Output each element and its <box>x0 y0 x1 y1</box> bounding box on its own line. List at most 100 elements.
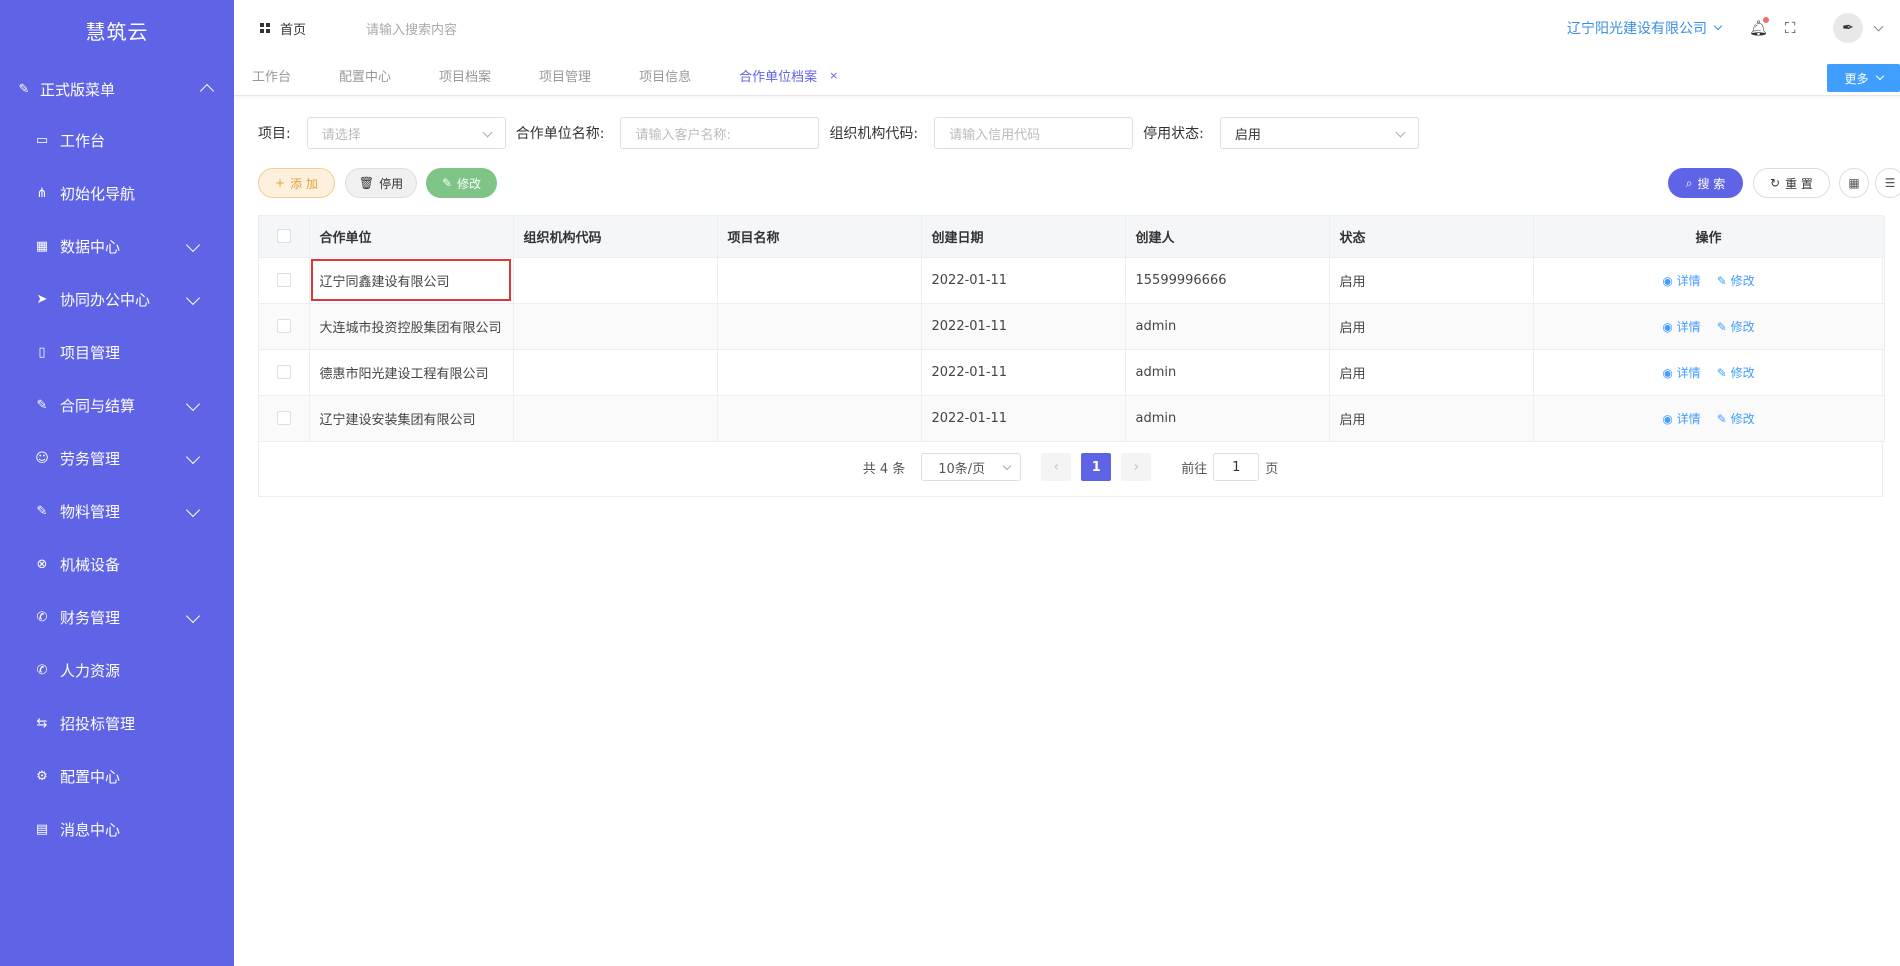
sidebar-item-material[interactable]: ✎ 物料管理 <box>0 485 234 538</box>
company-selector[interactable]: 辽宁阳光建设有限公司 <box>1567 18 1723 38</box>
eye-icon: ◉ <box>1662 365 1677 380</box>
column-header[interactable]: 合作单位 <box>309 216 514 258</box>
columns-icon[interactable]: ▦ <box>1839 168 1869 198</box>
avatar[interactable]: ✒ <box>1833 13 1863 43</box>
sidebar-item-data-center[interactable]: ▦ 数据中心 <box>0 220 234 273</box>
chevron-down-icon <box>185 237 201 252</box>
company-name: 辽宁阳光建设有限公司 <box>1567 21 1707 37</box>
sidebar-item-contract[interactable]: ✎ 合同与结算 <box>0 379 234 432</box>
detail-label: 详情 <box>1676 319 1701 334</box>
home-label: 首页 <box>280 22 307 38</box>
page-number-current[interactable]: 1 <box>1081 453 1112 481</box>
disable-label: 停用 <box>379 176 404 191</box>
chevron-up-icon <box>199 83 215 99</box>
row-checkbox[interactable] <box>276 319 291 333</box>
sidebar-item-project[interactable]: ▯ 项目管理 <box>0 326 234 379</box>
apps-icon <box>260 23 270 33</box>
sidebar-item-workbench[interactable]: ▭ 工作台 <box>0 114 234 167</box>
goto-page-input[interactable]: 1 <box>1213 453 1260 481</box>
home-link[interactable]: 首页 <box>260 19 306 38</box>
project-cell <box>717 349 922 396</box>
sidebar-item-hr[interactable]: ✆ 人力资源 <box>0 644 234 697</box>
disable-button[interactable]: 🗑︎ 停用 <box>345 168 417 198</box>
unit-name-input[interactable]: 请输入客户名称: <box>620 117 820 149</box>
chevron-down-icon <box>185 608 201 623</box>
add-button[interactable]: + 添 加 <box>258 168 335 198</box>
sidebar-item-labor[interactable]: ☺ 劳务管理 <box>0 432 234 485</box>
tab-workbench[interactable]: 工作台 <box>252 66 291 85</box>
pagination: 共 4 条 10条/页 ‹ 1 › 前往 1 页 <box>259 438 1882 496</box>
edit-link[interactable]: ✎ 修改 <box>1717 320 1755 334</box>
creator-cell: 15599996666 <box>1125 257 1330 304</box>
tab-project-management[interactable]: 项目管理 <box>539 66 591 85</box>
select-all-checkbox[interactable] <box>276 229 291 244</box>
settings-sliders-icon[interactable]: ☰ <box>1875 168 1900 198</box>
next-page-button[interactable]: › <box>1121 453 1152 481</box>
column-header[interactable]: 创建日期 <box>921 216 1126 258</box>
sidebar-item-label: 项目管理 <box>60 344 121 362</box>
edit-link[interactable]: ✎ 修改 <box>1717 274 1755 288</box>
brand-logo: 慧筑云 <box>85 20 149 44</box>
menu-group-formal[interactable]: ✎ 正式版菜单 <box>0 64 234 114</box>
sidebar-item-label: 协同办公中心 <box>60 291 151 309</box>
tab-project-archive[interactable]: 项目档案 <box>439 66 491 85</box>
phone-icon: ✆ <box>36 610 48 625</box>
page-size-value: 10条/页 <box>938 461 986 477</box>
column-header[interactable]: 项目名称 <box>717 216 922 258</box>
row-checkbox[interactable] <box>276 273 291 287</box>
org-code-input[interactable]: 请输入信用代码 <box>934 117 1134 149</box>
sidebar-item-bidding[interactable]: ⇆ 招投标管理 <box>0 697 234 750</box>
column-header[interactable]: 创建人 <box>1125 216 1330 258</box>
prev-page-button[interactable]: ‹ <box>1041 453 1072 481</box>
creator-cell: admin <box>1125 395 1330 442</box>
sidebar-item-config[interactable]: ⚙ 配置中心 <box>0 750 234 803</box>
notification-dot <box>1763 17 1769 23</box>
tab-project-info[interactable]: 项目信息 <box>639 66 691 85</box>
sidebar-item-init-nav[interactable]: ⋔ 初始化导航 <box>0 167 234 220</box>
column-header[interactable]: 状态 <box>1329 216 1534 258</box>
table-row[interactable]: 德惠市阳光建设工程有限公司 2022-01-11 admin 启用 ◉ 详情 ✎… <box>259 349 1885 396</box>
project-select[interactable]: 请选择 <box>306 117 506 149</box>
edit-button[interactable]: ✎ 修改 <box>426 168 497 198</box>
page-size-select[interactable]: 10条/页 <box>921 453 1022 481</box>
tab-partner-archive[interactable]: 合作单位档案 × <box>739 66 838 85</box>
edit-link[interactable]: ✎ 修改 <box>1717 412 1755 426</box>
detail-link[interactable]: ◉ 详情 <box>1662 274 1700 288</box>
swap-icon: ⇆ <box>36 716 48 731</box>
sidebar-item-machinery[interactable]: ⊗ 机械设备 <box>0 538 234 591</box>
status-select[interactable]: 启用 <box>1219 117 1419 149</box>
search-button[interactable]: ⌕ 搜 索 <box>1668 168 1743 198</box>
detail-link[interactable]: ◉ 详情 <box>1662 320 1700 334</box>
table-row[interactable]: 辽宁建设安装集团有限公司 2022-01-11 admin 启用 ◉ 详情 ✎ … <box>259 395 1885 442</box>
reset-button[interactable]: ↻ 重 置 <box>1753 168 1830 198</box>
detail-label: 详情 <box>1676 411 1701 426</box>
fullscreen-icon[interactable]: ⛶ <box>1785 19 1803 37</box>
more-button[interactable]: 更多 <box>1827 64 1900 92</box>
table-row[interactable]: 辽宁同鑫建设有限公司 2022-01-11 15599996666 启用 ◉ 详… <box>259 257 1885 304</box>
row-checkbox[interactable] <box>276 411 291 425</box>
chevron-down-icon <box>185 396 201 411</box>
row-select-cell <box>259 303 310 350</box>
column-header[interactable]: 组织机构代码 <box>513 216 718 258</box>
sidebar-item-collab[interactable]: ➤ 协同办公中心 <box>0 273 234 326</box>
org-code-label: 组织机构代码: <box>829 126 919 142</box>
chevron-down-icon <box>1003 461 1012 471</box>
sidebar-item-label: 配置中心 <box>60 768 121 786</box>
detail-link[interactable]: ◉ 详情 <box>1662 412 1700 426</box>
sidebar-item-label: 劳务管理 <box>60 450 121 468</box>
detail-link[interactable]: ◉ 详情 <box>1662 366 1700 380</box>
bell-icon[interactable]: 🔔︎ <box>1749 17 1769 37</box>
org-cell <box>513 349 718 396</box>
tab-config-center[interactable]: 配置中心 <box>339 66 391 85</box>
sidebar-item-label: 财务管理 <box>60 609 121 627</box>
sidebar-item-label: 合同与结算 <box>60 397 136 415</box>
search-input[interactable]: 请输入搜索内容 <box>366 19 457 38</box>
chevron-down-icon[interactable] <box>1873 21 1884 31</box>
sidebar-item-message[interactable]: ▤ 消息中心 <box>0 803 234 856</box>
row-checkbox[interactable] <box>276 365 291 379</box>
edit-link[interactable]: ✎ 修改 <box>1717 366 1755 380</box>
chevron-down-icon <box>185 502 201 517</box>
table-row[interactable]: 大连城市投资控股集团有限公司 2022-01-11 admin 启用 ◉ 详情 … <box>259 303 1885 350</box>
sidebar-item-finance[interactable]: ✆ 财务管理 <box>0 591 234 644</box>
close-icon[interactable]: × <box>829 69 838 82</box>
